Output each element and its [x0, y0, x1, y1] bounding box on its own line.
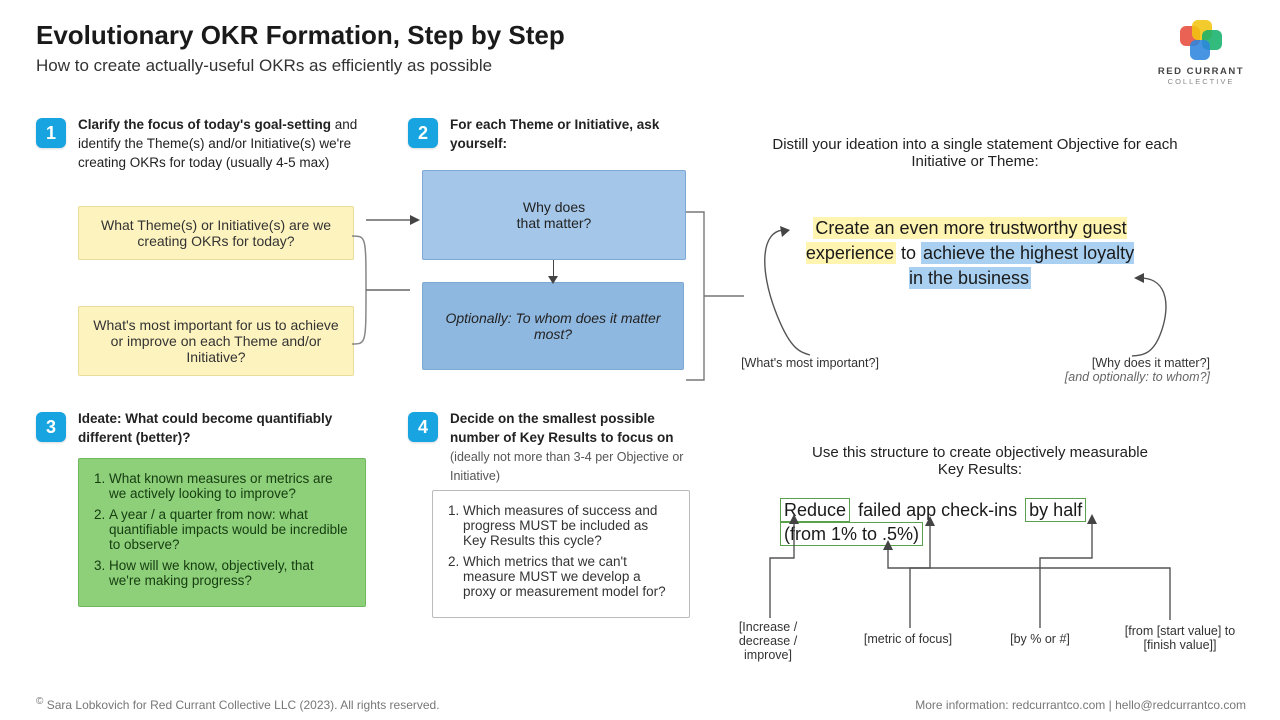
logo-icon — [1180, 20, 1222, 62]
step-2-bold: For each Theme or Initiative, ask yourse… — [450, 117, 659, 151]
arrowhead-down-icon — [548, 276, 558, 284]
step-4-li-2: Which metrics that we can't measure MUST… — [463, 554, 673, 599]
step-3-text: Ideate: What could become quantifiably d… — [78, 410, 358, 448]
step-3-li-1: What known measures or metrics are we ac… — [109, 471, 349, 501]
obj-ann-right: [Why does it matter?] [and optionally: t… — [1030, 356, 1210, 384]
kr-metric: failed app check-ins — [855, 499, 1020, 521]
page-title: Evolutionary OKR Formation, Step by Step — [36, 20, 565, 51]
kr-ann-1: [Increase / decrease / improve] — [718, 620, 818, 662]
step-3-li-3: How will we know, objectively, that we'r… — [109, 558, 349, 588]
step-3-li-2: A year / a quarter from now: what quanti… — [109, 507, 349, 552]
step-2-badge: 2 — [408, 118, 438, 148]
obj-ann-left: [What's most important?] — [720, 356, 900, 370]
brand-logo: RED CURRANT COLLECTIVE — [1156, 20, 1246, 86]
step-2-box-why: Why does that matter? — [422, 170, 686, 260]
obj-ann-right-2: [and optionally: to whom?] — [1065, 370, 1210, 384]
objective-statement: Create an even more trustworthy guest ex… — [800, 216, 1140, 292]
step-1-bold: Clarify the focus of today's goal-settin… — [78, 117, 331, 132]
kr-ann-2: [metric of focus] — [848, 632, 968, 646]
step-4-badge: 4 — [408, 412, 438, 442]
step-1-text: Clarify the focus of today's goal-settin… — [78, 116, 358, 173]
footer-left: © Sara Lobkovich for Red Currant Collect… — [36, 696, 440, 712]
step-1-question-2: What's most important for us to achieve … — [78, 306, 354, 376]
step-2-text: For each Theme or Initiative, ask yourse… — [450, 116, 680, 154]
kr-ann-3: [by % or #] — [995, 632, 1085, 646]
step-1-badge: 1 — [36, 118, 66, 148]
step-3-questions: What known measures or metrics are we ac… — [78, 458, 366, 607]
distill-intro: Distill your ideation into a single stat… — [760, 136, 1190, 170]
step-4-text: Decide on the smallest possible number o… — [450, 410, 690, 486]
step-2-box-whom: Optionally: To whom does it matter most? — [422, 282, 684, 370]
step-1-question-1: What Theme(s) or Initiative(s) are we cr… — [78, 206, 354, 260]
step-4-li-1: Which measures of success and progress M… — [463, 503, 673, 548]
kr-ann-4: [from [start value] to [finish value]] — [1110, 624, 1250, 652]
step-3-bold: Ideate: What could become quantifiably d… — [78, 411, 332, 445]
footer-right: More information: redcurrantco.com | hel… — [915, 698, 1246, 712]
step-4-note: (ideally not more than 3-4 per Objective… — [450, 450, 683, 483]
step-4-bold: Decide on the smallest possible number o… — [450, 411, 674, 445]
kr-statement: Reduce failed app check-ins by half (fro… — [780, 498, 1180, 547]
page-subtitle: How to create actually-useful OKRs as ef… — [36, 56, 492, 76]
kr-tag-amount: by half — [1025, 498, 1086, 522]
kr-tag-range: (from 1% to .5%) — [780, 522, 923, 546]
kr-tag-verb: Reduce — [780, 498, 850, 522]
obj-ann-right-1: [Why does it matter?] — [1092, 356, 1210, 370]
brand-name-1: RED CURRANT — [1156, 66, 1246, 77]
obj-joiner: to — [896, 243, 921, 263]
step-4-questions: Which measures of success and progress M… — [432, 490, 690, 618]
obj-highlight-why: achieve the highest loyalty in the busin… — [909, 242, 1134, 289]
step-3-badge: 3 — [36, 412, 66, 442]
brand-name-2: COLLECTIVE — [1156, 77, 1246, 86]
connector-1-to-2 — [350, 200, 424, 380]
kr-intro: Use this structure to create objectively… — [800, 444, 1160, 478]
